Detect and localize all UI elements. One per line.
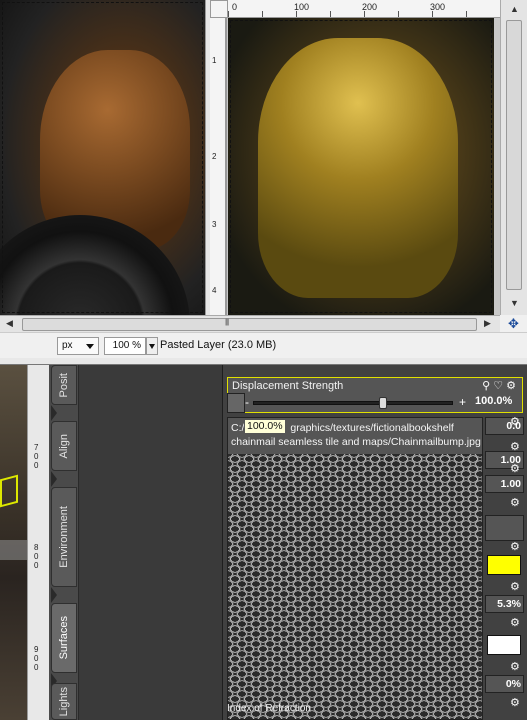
canvas-area: 0 100 200 300 1 2 3 4: [0, 0, 500, 315]
viewport-ruler: 700 800 900: [27, 365, 49, 720]
scroll-thumb[interactable]: [22, 318, 477, 331]
surfaces-tree-panel: [79, 365, 222, 720]
ruler-label: 3: [212, 220, 217, 229]
chainmail-texture-preview: [228, 454, 482, 719]
tab-label: Align: [58, 433, 70, 459]
selection-border: [230, 20, 492, 313]
surface-properties-panel: Displacement Strength ⚲ ♡ ⚙ - + 100.0% C…: [222, 365, 527, 720]
zoom-input[interactable]: 100 %: [104, 337, 146, 355]
window-bottom-edge: [0, 358, 527, 365]
path-rest: graphics/textures/fictionalbookshelf: [290, 422, 454, 434]
tab-lights[interactable]: Lights: [51, 683, 77, 720]
property-value[interactable]: 5.3%: [485, 595, 524, 613]
vertical-scrollbar[interactable]: ▲ ▼: [500, 0, 527, 315]
gear-icon[interactable]: ⚙: [510, 497, 522, 509]
selection-border: [2, 2, 203, 313]
displacement-slider[interactable]: [253, 397, 453, 409]
vertical-ruler[interactable]: 1 2 3 4: [210, 18, 226, 315]
scroll-thumb[interactable]: [506, 20, 522, 290]
tab-label: Surfaces: [58, 616, 70, 660]
ruler-label: 900: [34, 645, 39, 672]
path-line-2: chainmail seamless tile and maps/Chainma…: [231, 436, 481, 448]
ruler-label: 800: [34, 543, 39, 570]
horizontal-ruler[interactable]: 0 100 200 300: [228, 0, 500, 18]
gear-icon[interactable]: ⚙: [510, 581, 522, 593]
tab-label: Lights: [58, 686, 70, 717]
ruler-label: 0: [232, 2, 238, 12]
wireframe-object: [0, 474, 18, 508]
daz-studio-window: 700 800 900 Posit Align Environment Surf…: [0, 365, 527, 720]
navigate-icon[interactable]: ✥: [500, 315, 527, 332]
ground-plane: [0, 540, 27, 560]
right-image-canvas[interactable]: [228, 18, 494, 315]
status-bar: px 100 % Pasted Layer (23.0 MB): [0, 332, 527, 358]
tab-label: Environment: [58, 506, 70, 568]
right-property-column: 0.0 ⚙ 1.00 ⚙ 1.00 ⚙ ⚙ ⚙ ⚙ 5.3% ⚙ ⚙ 0% ⚙: [485, 416, 524, 720]
decrement-button[interactable]: -: [245, 395, 249, 409]
path-prefix: C:/: [231, 422, 245, 434]
left-image-window: [0, 0, 205, 315]
gear-icon[interactable]: ⚙: [510, 463, 522, 475]
property-value[interactable]: 0%: [485, 675, 524, 693]
displacement-value[interactable]: 100.0%: [475, 395, 512, 407]
map-toggle-button[interactable]: [227, 393, 245, 413]
gear-icon[interactable]: ⚙: [506, 380, 516, 392]
tab-environment[interactable]: Environment: [51, 487, 77, 587]
3d-viewport[interactable]: [0, 365, 27, 720]
gear-icon[interactable]: ⚙: [510, 617, 522, 629]
layer-info: Pasted Layer (23.0 MB): [160, 339, 277, 351]
tab-notch: [51, 587, 57, 603]
link-icon[interactable]: ⚲: [482, 380, 490, 392]
ruler-label: 2: [212, 152, 217, 161]
unit-value: px: [62, 340, 73, 351]
ruler-label: 1: [212, 56, 217, 65]
gear-icon[interactable]: ⚙: [510, 697, 522, 709]
property-label: Displacement Strength: [232, 380, 344, 392]
chevron-down-icon: [149, 344, 155, 349]
gimp-window: 0 100 200 300 1 2 3 4 ▲ ▼ ◀ |||| ▶ ✥ px …: [0, 0, 527, 365]
grip-icon: ||||: [225, 319, 229, 326]
pane-tab-column: Posit Align Environment Surfaces Lights: [49, 365, 79, 720]
tab-label: Posit: [58, 372, 70, 398]
arrow-up-icon[interactable]: ▲: [510, 4, 519, 14]
property-value[interactable]: [485, 515, 524, 541]
unit-select[interactable]: px: [57, 337, 99, 355]
color-swatch-yellow[interactable]: [487, 555, 521, 575]
property-value[interactable]: 1.00: [485, 475, 524, 493]
gear-icon[interactable]: ⚙: [510, 661, 522, 673]
heart-icon[interactable]: ♡: [493, 380, 503, 392]
ruler-corner[interactable]: [210, 0, 228, 18]
value-tooltip: 100.0%: [244, 419, 286, 434]
map-file-path: C:/graphics/textures/fictionalbookshelf …: [228, 418, 482, 454]
arrow-down-icon[interactable]: ▼: [510, 298, 519, 308]
image-map-preview[interactable]: C:/graphics/textures/fictionalbookshelf …: [227, 417, 483, 720]
tab-align[interactable]: Align: [51, 421, 77, 471]
ruler-label: 4: [212, 286, 217, 295]
refraction-label: Index of Refraction: [227, 703, 311, 714]
tab-notch: [51, 405, 57, 421]
horizontal-scrollbar[interactable]: ◀ |||| ▶: [0, 315, 500, 332]
ruler-label: 700: [34, 443, 39, 470]
gear-icon[interactable]: ⚙: [510, 541, 522, 553]
tab-notch: [51, 471, 57, 487]
increment-button[interactable]: +: [459, 395, 466, 409]
slider-knob[interactable]: [379, 397, 388, 409]
gear-icon[interactable]: ⚙: [510, 441, 522, 453]
gear-icon[interactable]: ⚙: [510, 416, 522, 428]
arrow-left-icon[interactable]: ◀: [6, 318, 13, 329]
arrow-right-icon[interactable]: ▶: [484, 318, 491, 329]
color-swatch-white[interactable]: [487, 635, 521, 655]
zoom-dropdown-button[interactable]: [146, 337, 158, 355]
chevron-down-icon: [86, 344, 94, 349]
tab-surfaces[interactable]: Surfaces: [51, 603, 77, 673]
tab-position[interactable]: Posit: [51, 365, 77, 405]
